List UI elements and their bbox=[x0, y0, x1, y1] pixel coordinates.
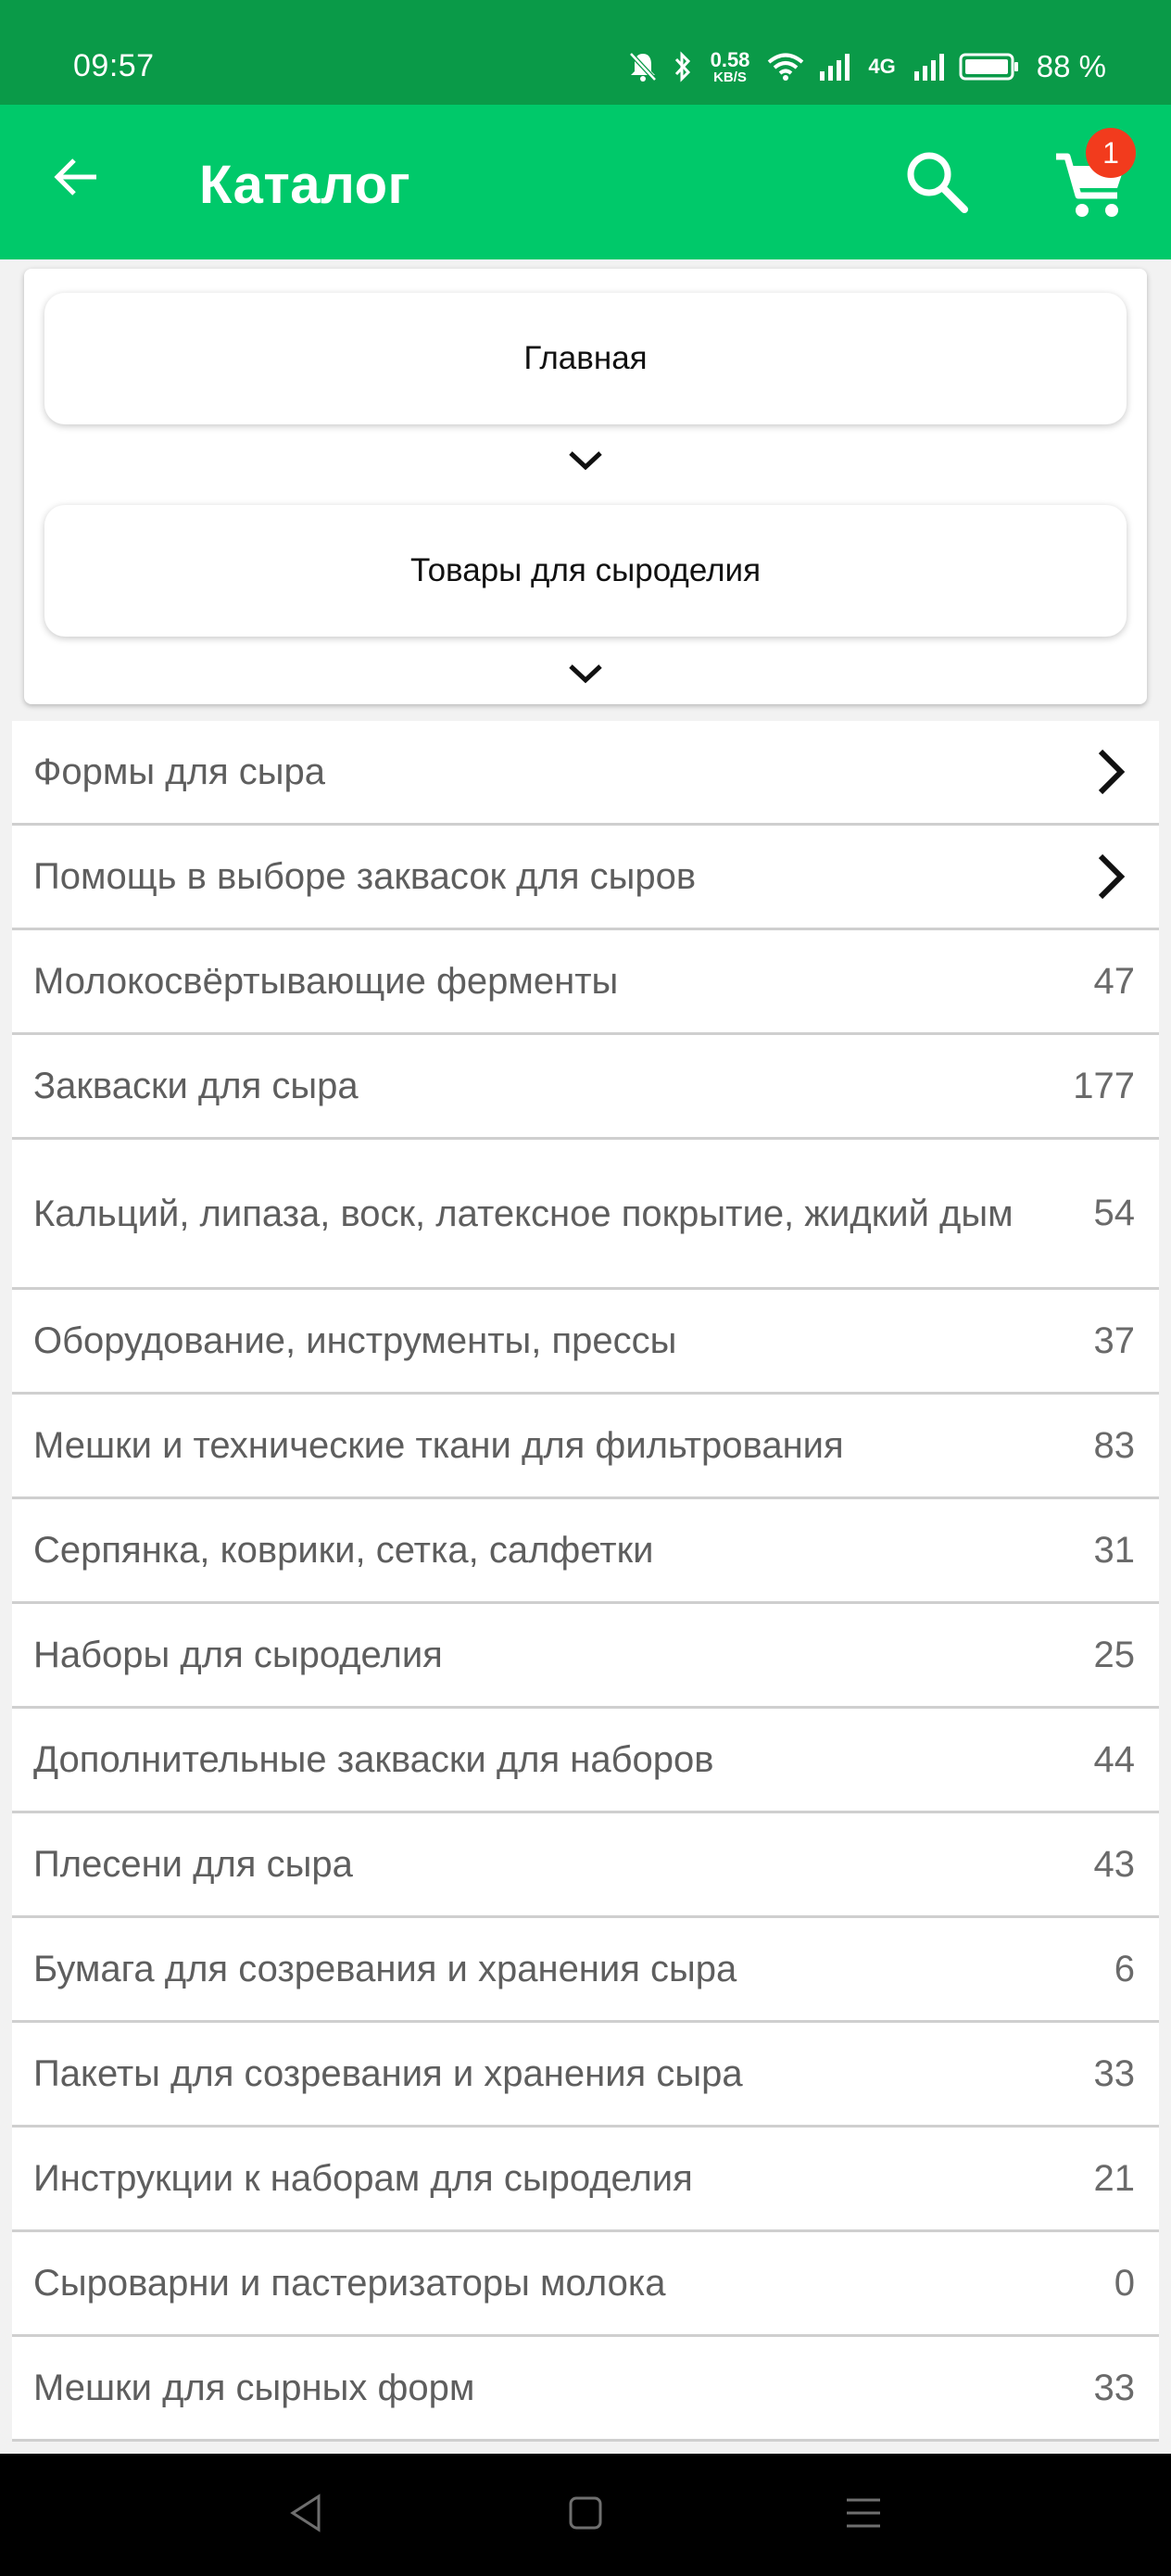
chevron-right-icon bbox=[1090, 744, 1131, 800]
list-item-count: 21 bbox=[1093, 2157, 1136, 2199]
list-item-label: Бумага для созревания и хранения сыра bbox=[33, 1949, 737, 1989]
list-item-count: 0 bbox=[1114, 2262, 1135, 2304]
arrow-left-icon bbox=[50, 151, 102, 208]
nav-home-icon bbox=[567, 2494, 604, 2536]
status-bar: 09:57 0.58 KB/S 4G 88 % bbox=[0, 0, 1171, 105]
list-item-count: 83 bbox=[1093, 1424, 1136, 1466]
list-item-label: Сыроварни и пастеризаторы молока bbox=[33, 2263, 666, 2304]
list-item[interactable]: Мешки для сырных форм 33 bbox=[12, 2337, 1159, 2442]
system-nav-bar bbox=[0, 2454, 1171, 2576]
nav-back-icon bbox=[287, 2493, 324, 2538]
list-item-count: 25 bbox=[1093, 1634, 1136, 1675]
list-item[interactable]: Помощь в выборе заквасок для сыров bbox=[12, 826, 1159, 930]
list-item[interactable]: Оборудование, инструменты, прессы 37 bbox=[12, 1290, 1159, 1395]
cart-badge: 1 bbox=[1086, 128, 1136, 178]
signal-icon bbox=[818, 51, 851, 82]
net-speed-unit: KB/S bbox=[713, 69, 747, 85]
list-item-count: 6 bbox=[1114, 1948, 1135, 1989]
net-speed-value: 0.58 bbox=[710, 47, 750, 71]
list-item[interactable]: Мешки и технические ткани для фильтрован… bbox=[12, 1395, 1159, 1499]
list-item[interactable]: Дополнительные закваски для наборов 44 bbox=[12, 1709, 1159, 1813]
network-type-label: 4G bbox=[868, 55, 896, 78]
list-item[interactable]: Инструкции к наборам для сыроделия 21 bbox=[12, 2128, 1159, 2232]
status-time: 09:57 bbox=[73, 48, 155, 83]
nav-menu-button[interactable] bbox=[836, 2487, 891, 2543]
chevron-down-icon bbox=[560, 442, 611, 479]
list-item-count: 37 bbox=[1093, 1320, 1136, 1361]
list-item[interactable]: Плесени для сыра 43 bbox=[12, 1813, 1159, 1918]
signal-icon-2 bbox=[913, 51, 946, 82]
network-type: 4G bbox=[868, 57, 895, 77]
list-item-label: Мешки и технические ткани для фильтрован… bbox=[33, 1425, 844, 1466]
list-item-count: 43 bbox=[1093, 1843, 1136, 1885]
breadcrumb-current[interactable]: Товары для сыроделия bbox=[44, 505, 1127, 637]
list-item[interactable]: Формы для сыра bbox=[12, 721, 1159, 826]
list-item-count: 33 bbox=[1093, 2367, 1136, 2408]
category-list: Формы для сыра Помощь в выборе заквасок … bbox=[12, 721, 1159, 2442]
list-item-label: Пакеты для созревания и хранения сыра bbox=[33, 2053, 743, 2094]
breadcrumb: Главная Товары для сыроделия bbox=[24, 269, 1147, 704]
list-item-label: Инструкции к наборам для сыроделия bbox=[33, 2158, 693, 2199]
search-button[interactable] bbox=[895, 142, 978, 225]
list-item[interactable]: Молокосвёртывающие ферменты 47 bbox=[12, 930, 1159, 1035]
page-title: Каталог bbox=[199, 155, 411, 215]
list-item-label: Кальций, липаза, воск, латексное покрыти… bbox=[33, 1193, 1014, 1234]
list-item-label: Мешки для сырных форм bbox=[33, 2368, 475, 2408]
battery-percent: 88 % bbox=[1036, 49, 1106, 83]
list-item-label: Помощь в выборе заквасок для сыров bbox=[33, 856, 697, 897]
net-speed: 0.58 KB/S bbox=[710, 47, 750, 85]
chevron-down-icon bbox=[560, 655, 611, 692]
nav-menu-icon bbox=[843, 2494, 884, 2536]
list-item-label: Закваски для сыра bbox=[33, 1066, 359, 1106]
list-item-label: Плесени для сыра bbox=[33, 1844, 353, 1885]
list-item-count: 31 bbox=[1093, 1529, 1136, 1571]
list-item-count: 54 bbox=[1093, 1193, 1136, 1233]
back-button[interactable] bbox=[39, 142, 113, 216]
list-item[interactable]: Закваски для сыра 177 bbox=[12, 1035, 1159, 1140]
breadcrumb-home[interactable]: Главная bbox=[44, 293, 1127, 424]
bluetooth-icon bbox=[672, 50, 694, 83]
screen: 09:57 0.58 KB/S 4G 88 % Каталог 1 Главна… bbox=[0, 0, 1171, 2576]
list-item-count: 47 bbox=[1093, 960, 1136, 1002]
battery-icon bbox=[959, 51, 1020, 82]
list-item[interactable]: Сыроварни и пастеризаторы молока 0 bbox=[12, 2232, 1159, 2337]
search-icon bbox=[901, 146, 972, 221]
list-item-label: Дополнительные закваски для наборов bbox=[33, 1739, 714, 1780]
status-icons: 0.58 KB/S 4G 88 % bbox=[627, 44, 1106, 89]
nav-home-button[interactable] bbox=[558, 2487, 613, 2543]
list-item[interactable]: Кальций, липаза, воск, латексное покрыти… bbox=[12, 1140, 1159, 1290]
mute-icon bbox=[627, 50, 659, 83]
list-item-count: 33 bbox=[1093, 2052, 1136, 2094]
list-item-count: 44 bbox=[1093, 1738, 1136, 1780]
list-item-label: Оборудование, инструменты, прессы bbox=[33, 1320, 677, 1361]
list-item[interactable]: Наборы для сыроделия 25 bbox=[12, 1604, 1159, 1709]
app-bar: Каталог bbox=[0, 105, 1171, 259]
list-item-label: Формы для сыра bbox=[33, 751, 325, 792]
list-item-label: Серпянка, коврики, сетка, салфетки bbox=[33, 1530, 654, 1571]
list-item-label: Наборы для сыроделия bbox=[33, 1635, 443, 1675]
chevron-right-icon bbox=[1090, 849, 1131, 904]
list-item[interactable]: Серпянка, коврики, сетка, салфетки 31 bbox=[12, 1499, 1159, 1604]
list-item[interactable]: Бумага для созревания и хранения сыра 6 bbox=[12, 1918, 1159, 2023]
list-item-count: 177 bbox=[1073, 1065, 1135, 1106]
list-item-label: Молокосвёртывающие ферменты bbox=[33, 961, 619, 1002]
list-item[interactable]: Пакеты для созревания и хранения сыра 33 bbox=[12, 2023, 1159, 2128]
nav-back-button[interactable] bbox=[278, 2487, 334, 2543]
wifi-icon bbox=[766, 51, 805, 82]
